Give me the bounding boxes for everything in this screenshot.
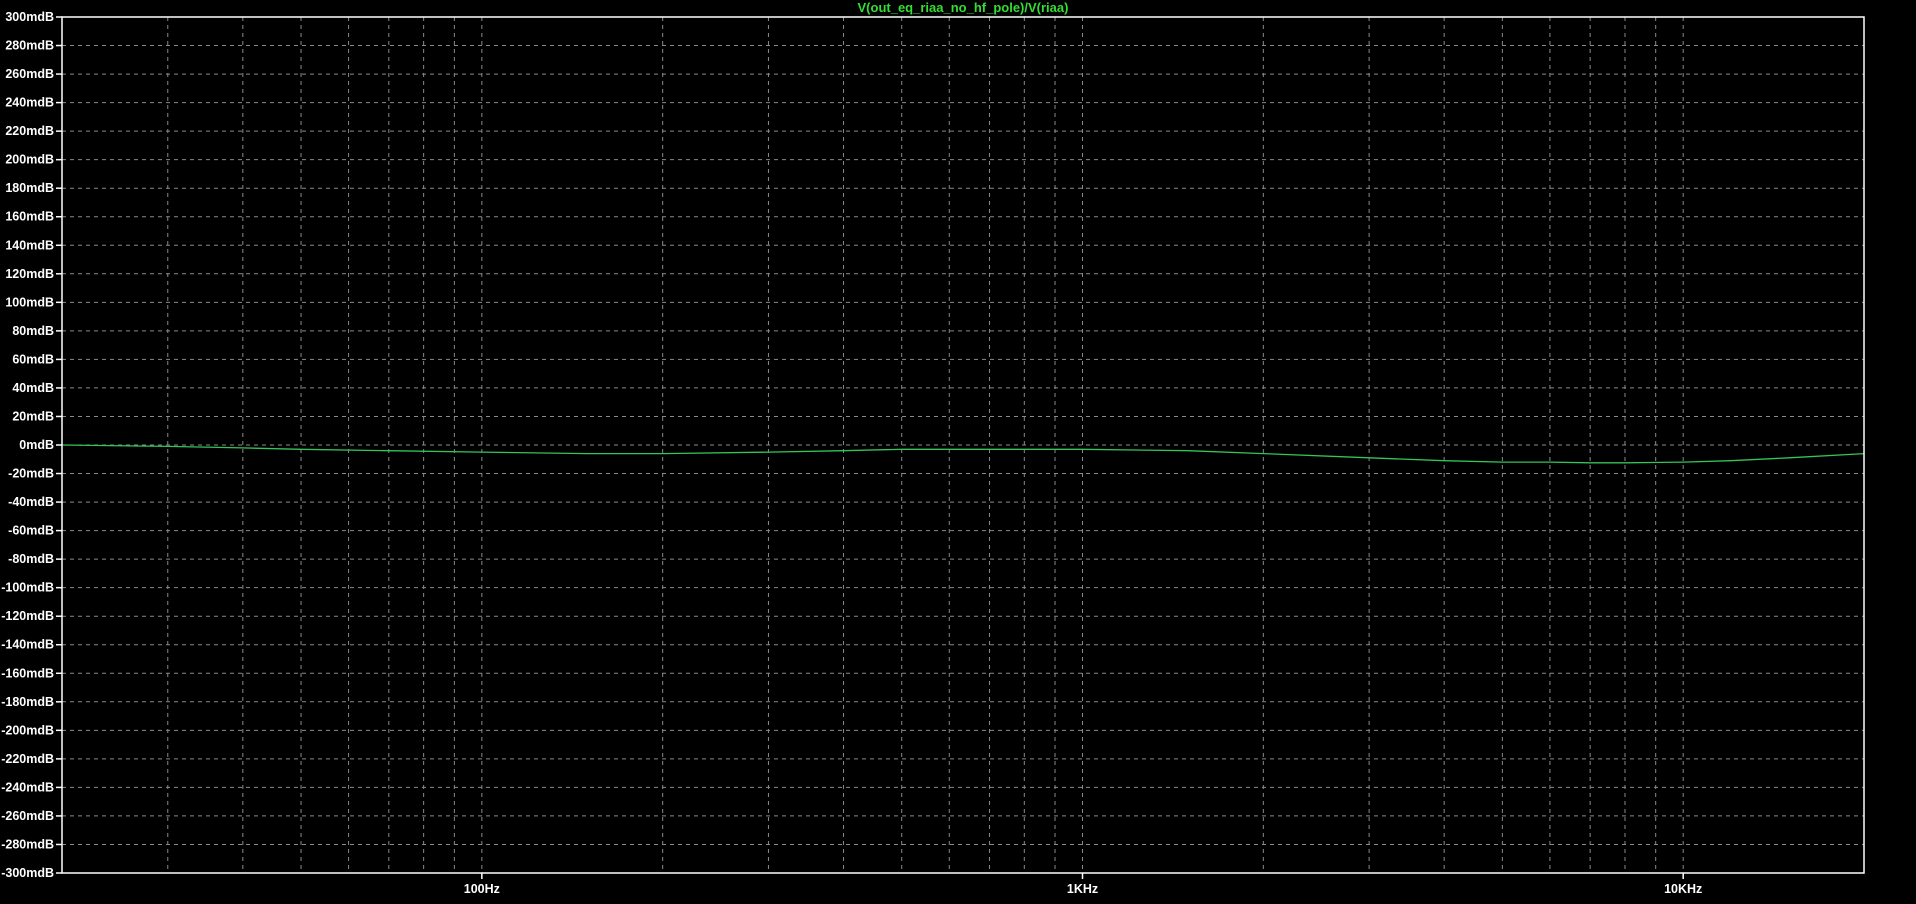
y-tick-label: -100mdB [1, 581, 54, 595]
y-tick-label: -280mdB [1, 837, 54, 851]
y-tick-label: -140mdB [1, 638, 54, 652]
y-tick-label: 220mdB [5, 124, 54, 138]
y-tick-label: 280mdB [5, 39, 54, 53]
y-tick-label: -120mdB [1, 609, 54, 623]
y-tick-label: 100mdB [5, 295, 54, 309]
y-tick-label: 40mdB [12, 381, 54, 395]
y-tick-label: -40mdB [8, 495, 54, 509]
y-tick-label: -160mdB [1, 666, 54, 680]
y-tick-label: 0mdB [19, 438, 54, 452]
y-tick-label: -200mdB [1, 723, 54, 737]
series-line [61, 444, 1865, 464]
y-tick-label: 240mdB [5, 96, 54, 110]
grid-lines [62, 17, 1864, 873]
y-tick-label: -300mdB [1, 866, 54, 880]
x-tick-label: 1KHz [1067, 882, 1098, 896]
y-tick-label: 120mdB [5, 267, 54, 281]
y-tick-label: 260mdB [5, 67, 54, 81]
y-tick-label: 180mdB [5, 181, 54, 195]
y-tick-label: -180mdB [1, 695, 54, 709]
trace-layer [61, 444, 1865, 464]
axis-labels: 300mdB 280mdB 260mdB 240mdB 220mdB 200mdB 180m… [1, 10, 1702, 896]
chart-title: V(out_eq_riaa_no_hf_pole)/V(riaa) [858, 0, 1069, 15]
y-tick-label: -260mdB [1, 809, 54, 823]
y-tick-label: 20mdB [12, 409, 54, 423]
x-tick-label: 100Hz [464, 882, 500, 896]
y-tick-label: -80mdB [8, 552, 54, 566]
y-tick-label: 140mdB [5, 238, 54, 252]
y-tick-label: 200mdB [5, 153, 54, 167]
y-tick-label: -60mdB [8, 524, 54, 538]
x-tick-label: 10KHz [1664, 882, 1702, 896]
y-tick-label: 160mdB [5, 210, 54, 224]
y-tick-label: -220mdB [1, 752, 54, 766]
bode-plot[interactable]: V(out_eq_riaa_no_hf_pole)/V(riaa) 300mdB… [0, 0, 1916, 899]
y-tick-label: -240mdB [1, 780, 54, 794]
y-tick-label: 60mdB [12, 352, 54, 366]
y-tick-label: 80mdB [12, 324, 54, 338]
plot-window: V(out_eq_riaa_no_hf_pole)/V(riaa) 300mdB… [0, 0, 1916, 899]
y-tick-label: -20mdB [8, 467, 54, 481]
y-tick-label: 300mdB [5, 10, 54, 24]
